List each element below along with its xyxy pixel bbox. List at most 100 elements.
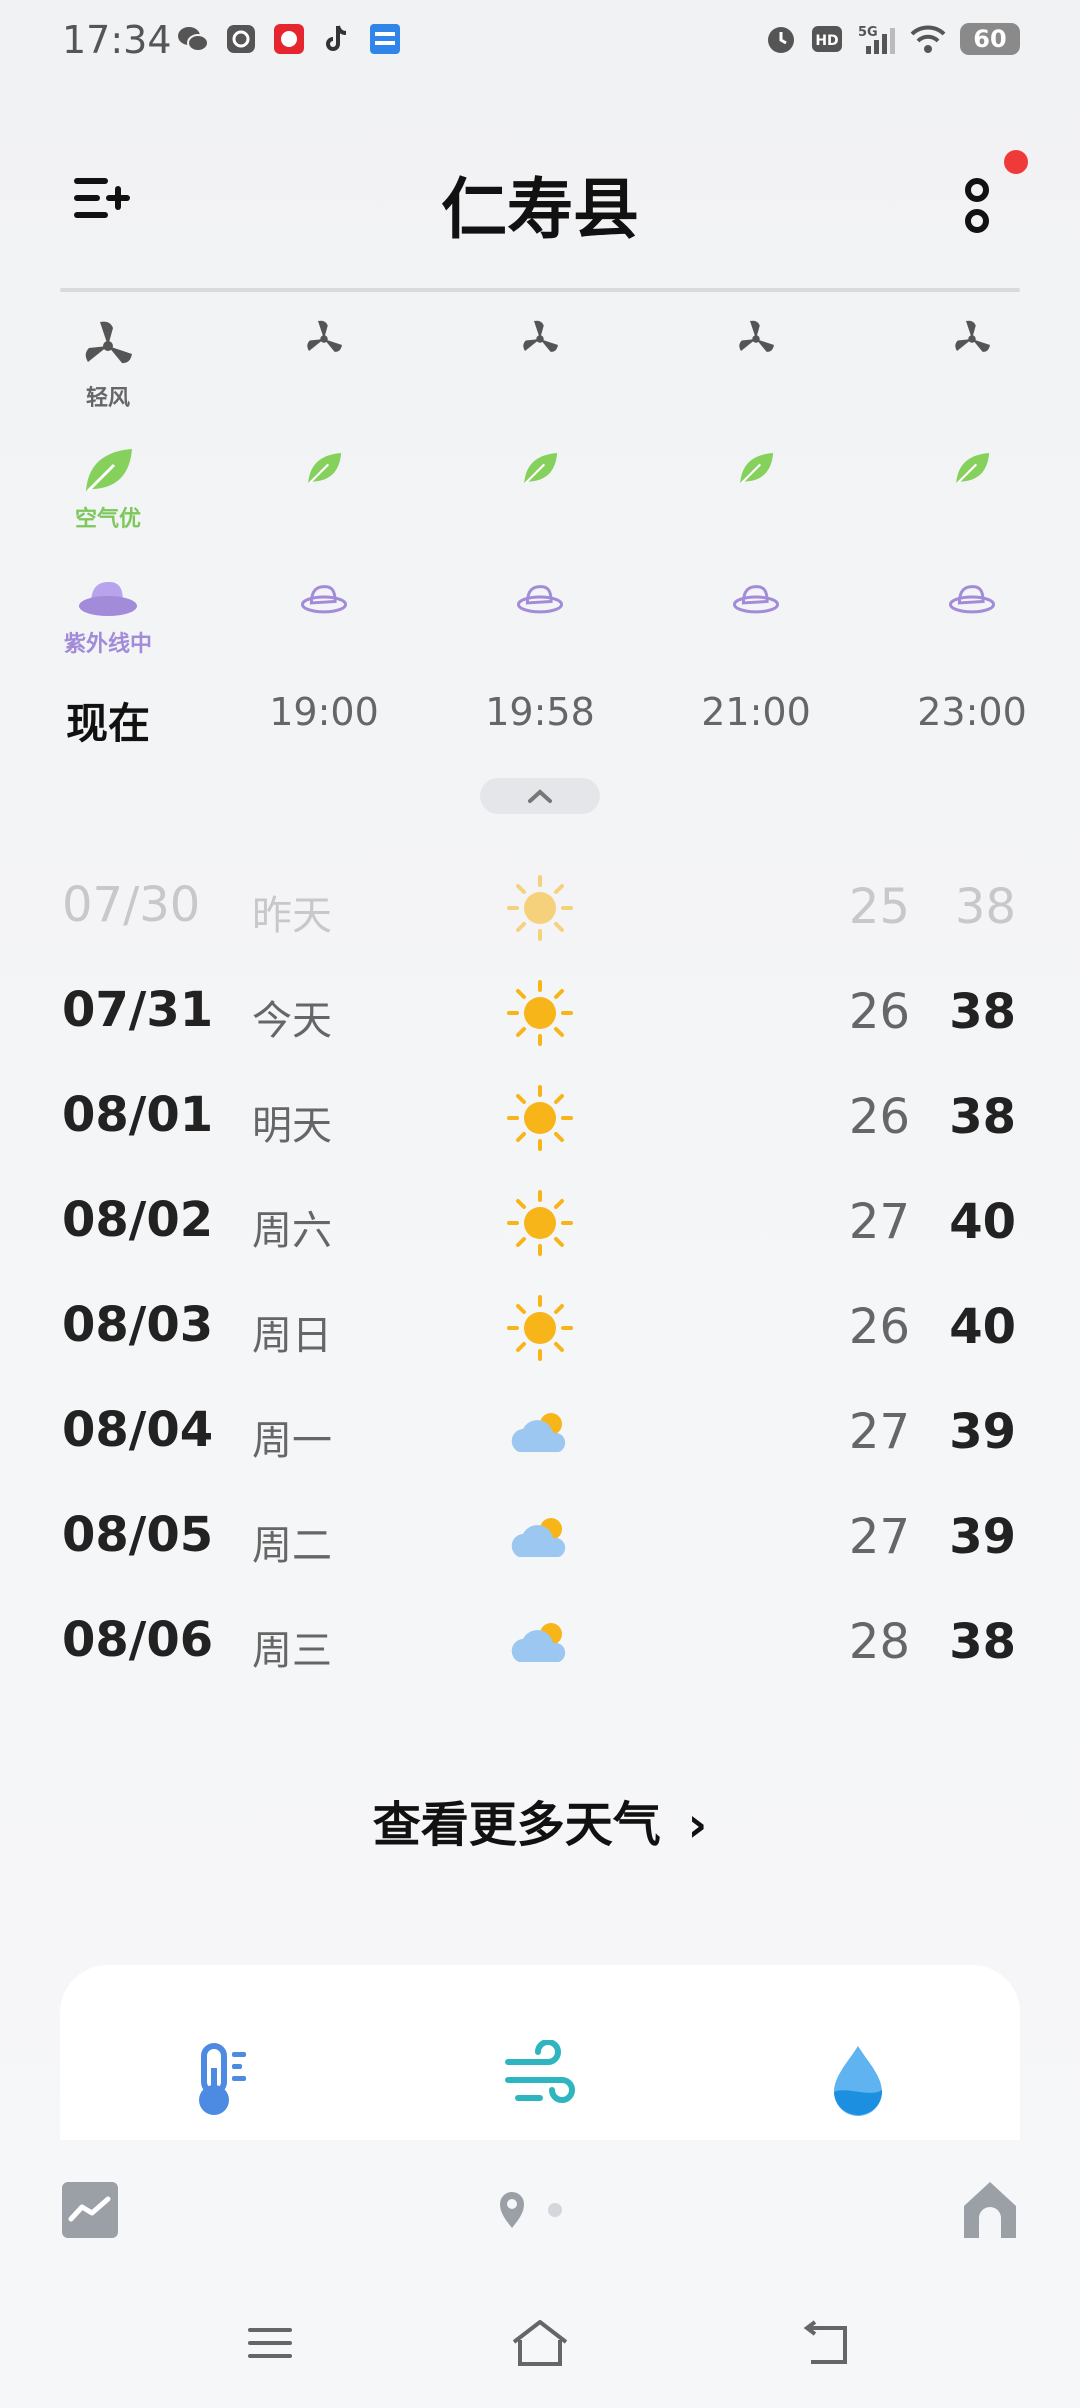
daily-row[interactable]: 08/01 明天 26 38 [0,1065,1080,1170]
sunny-icon [505,1188,575,1258]
high-temp: 40 [949,1194,1016,1250]
chevron-up-icon [528,789,552,803]
smart-home-button[interactable] [962,2180,1018,2240]
day-date: 08/03 [62,1297,214,1353]
day-date: 07/30 [62,877,201,933]
more-weather-link[interactable]: 查看更多天气 › [0,1785,1080,1855]
wind-fan-icon [85,321,132,364]
day-name: 昨天 [252,893,332,939]
partly-cloudy-icon [505,1503,575,1573]
daily-row[interactable]: 08/02 周六 27 40 [0,1170,1080,1275]
day-date: 08/04 [62,1402,214,1458]
system-nav-bar [0,2290,1080,2408]
collapse-hourly-button[interactable] [480,778,600,814]
status-right: HD 5G 60 [764,22,1020,56]
location-pin-icon [500,2192,562,2228]
leaf-icon [308,453,342,484]
back-button[interactable] [795,2318,855,2368]
hour-time-now: 现在 [65,699,150,748]
high-temp: 39 [949,1404,1016,1460]
page-indicator [498,2190,568,2230]
day-name: 周二 [252,1523,332,1569]
sunny-icon [505,1083,575,1153]
sun-hat-icon [949,585,995,614]
alarm-icon [768,27,794,53]
daily-row[interactable]: 08/05 周二 27 39 [0,1485,1080,1590]
low-temp: 25 [848,879,910,935]
leaf-icon [956,453,990,484]
air-quality-label: 空气优 [74,507,141,532]
trend-chart-button[interactable] [62,2182,118,2238]
daily-row[interactable]: 07/31 今天 26 38 [0,960,1080,1065]
low-temp: 26 [848,1089,910,1145]
leaf-icon [740,453,774,484]
sunny-icon [505,873,575,943]
wind-icon [500,2039,580,2120]
weather-details-card[interactable] [60,1965,1020,2140]
uv-hour [440,585,640,615]
notification-icons [176,22,402,56]
low-temp: 26 [848,1299,910,1355]
low-temp: 27 [848,1404,910,1460]
day-name: 周六 [252,1208,332,1254]
air-now: 空气优 [8,445,208,533]
page-title: 仁寿县 [441,171,639,248]
sun-hat-icon [517,585,563,614]
wind-hour [656,318,856,360]
svg-text:5G: 5G [858,25,878,40]
uv-now: 紫外线中 [8,580,208,658]
daily-row[interactable]: 08/06 周三 28 38 [0,1590,1080,1695]
partly-cloudy-icon [505,1398,575,1468]
uv-hour [656,585,856,615]
wechat-icon [176,22,210,56]
menu-lines-icon [248,2328,292,2358]
wind-now: 轻风 [8,318,208,412]
day-name: 周日 [252,1313,332,1359]
sun-hat-icon [733,585,779,614]
more-options-button[interactable] [955,170,1005,240]
home-outline-icon [964,2182,1016,2238]
bottom-app-bar [0,2140,1080,2280]
header-divider [60,288,1020,292]
hour-time: 19:00 [269,690,379,734]
day-name: 周一 [252,1418,332,1464]
hour-time: 23:00 [917,690,1027,734]
high-temp: 38 [949,1614,1016,1670]
high-temp: 40 [949,1299,1016,1355]
recent-apps-button[interactable] [240,2318,300,2368]
battery-indicator: 60 [960,23,1020,55]
partly-cloudy-icon [505,1608,575,1678]
more-weather-label: 查看更多天气 [372,1797,661,1853]
air-hour [872,450,1072,486]
wind-hour [872,318,1072,360]
svg-text:HD: HD [815,33,838,49]
sunny-icon [505,978,575,1048]
wind-hour [440,318,640,360]
home-button[interactable] [508,2318,572,2368]
humidity-drop-icon [818,2040,898,2120]
sun-hat-icon [79,582,137,616]
status-time: 17:34 [62,18,172,62]
5g-signal-icon: 5G [858,25,895,54]
day-date: 08/06 [62,1612,214,1668]
sun-hat-icon [301,585,347,614]
back-icon [803,2320,847,2364]
app-header: 仁寿县 [0,140,1080,260]
low-temp: 27 [848,1194,910,1250]
day-date: 07/31 [62,982,214,1038]
low-temp: 26 [848,984,910,1040]
daily-row[interactable]: 07/30 昨天 25 38 [0,855,1080,960]
air-hour [224,450,424,486]
daily-row[interactable]: 08/03 周日 26 40 [0,1275,1080,1380]
daily-row[interactable]: 08/04 周一 27 39 [0,1380,1080,1485]
low-temp: 28 [848,1614,910,1670]
tiktok-icon [320,22,354,56]
sunny-icon [505,1293,575,1363]
uv-hour [224,585,424,615]
wind-hour [224,318,424,360]
email-icon [224,22,258,56]
air-hour [656,450,856,486]
day-date: 08/02 [62,1192,214,1248]
news-app-icon [368,22,402,56]
hour-time: 19:58 [485,690,595,734]
